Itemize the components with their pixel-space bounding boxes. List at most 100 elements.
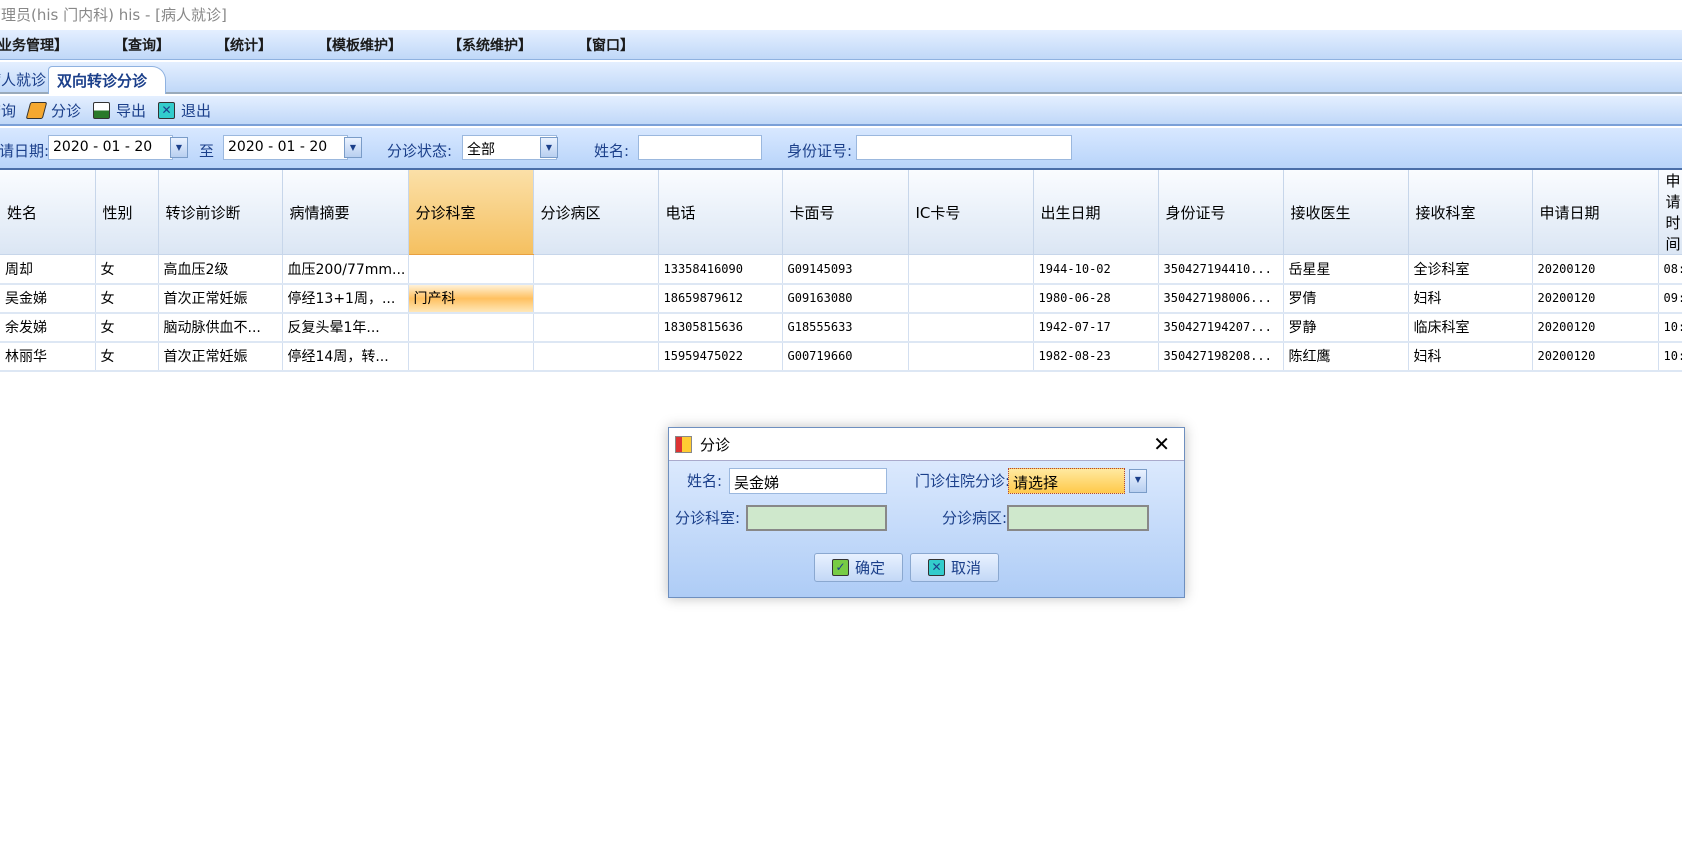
table-cell[interactable]: 陈红鹰 bbox=[1283, 341, 1409, 372]
menu-window[interactable]: 【窗口】 bbox=[578, 35, 634, 55]
table-cell[interactable]: 20200120 bbox=[1532, 312, 1659, 343]
query-button[interactable]: 查询 bbox=[0, 100, 16, 121]
table-cell[interactable]: 女 bbox=[95, 341, 159, 372]
table-cell[interactable]: 女 bbox=[95, 312, 159, 343]
table-cell[interactable]: 妇科 bbox=[1408, 341, 1533, 372]
table-cell[interactable]: 18659879612 bbox=[658, 283, 783, 314]
column-header[interactable]: 接收科室 bbox=[1408, 170, 1533, 255]
table-cell[interactable]: 10: bbox=[1658, 312, 1682, 343]
table-cell[interactable]: 岳星星 bbox=[1283, 254, 1409, 285]
table-cell[interactable] bbox=[908, 254, 1034, 285]
table-cell[interactable]: 350427194207... bbox=[1158, 312, 1284, 343]
table-cell[interactable]: 350427198006... bbox=[1158, 283, 1284, 314]
column-header[interactable]: 姓名 bbox=[0, 170, 96, 255]
table-row[interactable]: 周却女高血压2级 血压200/77mm... 13358416090 G0914509… bbox=[0, 254, 1682, 285]
table-cell[interactable]: 妇科 bbox=[1408, 283, 1533, 314]
triage-button[interactable]: 分诊 bbox=[25, 100, 81, 121]
column-header[interactable]: 电话 bbox=[658, 170, 783, 255]
table-cell[interactable] bbox=[533, 283, 659, 314]
export-button[interactable]: 导出 bbox=[93, 100, 146, 121]
table-cell[interactable] bbox=[533, 341, 659, 372]
date-to-input[interactable]: 2020 - 01 - 20 bbox=[223, 135, 348, 160]
table-cell[interactable]: 停经13+1周，... bbox=[282, 283, 409, 314]
column-header[interactable]: 身份证号 bbox=[1158, 170, 1284, 255]
exit-button[interactable]: ✕ 退出 bbox=[158, 100, 211, 121]
table-cell[interactable]: 350427198208... bbox=[1158, 341, 1284, 372]
column-header[interactable]: 病情摘要 bbox=[282, 170, 409, 255]
table-cell[interactable]: 350427194410... bbox=[1158, 254, 1284, 285]
dialog-name-input[interactable]: 吴金娣 bbox=[729, 468, 887, 494]
table-cell[interactable]: 余发娣 bbox=[0, 312, 96, 343]
column-header[interactable]: 分诊病区 bbox=[533, 170, 659, 255]
table-cell[interactable] bbox=[408, 312, 534, 343]
close-icon[interactable]: ✕ bbox=[1153, 432, 1170, 456]
table-cell[interactable]: 20200120 bbox=[1532, 254, 1659, 285]
column-header[interactable]: 转诊前诊断 bbox=[158, 170, 283, 255]
cancel-button[interactable]: ✕ 取消 bbox=[910, 553, 999, 582]
menu-query[interactable]: 【查询】 bbox=[114, 35, 170, 55]
tab-referral-triage[interactable]: 双向转诊分诊 bbox=[48, 66, 166, 94]
table-cell[interactable]: 20200120 bbox=[1532, 341, 1659, 372]
dialog-ward-input[interactable] bbox=[1007, 505, 1149, 531]
name-input[interactable] bbox=[638, 135, 762, 160]
table-cell[interactable]: 09: bbox=[1658, 283, 1682, 314]
column-header[interactable]: IC卡号 bbox=[908, 170, 1034, 255]
table-cell[interactable]: 20200120 bbox=[1532, 283, 1659, 314]
status-dropdown[interactable]: ▼ bbox=[540, 137, 558, 158]
table-cell[interactable]: 停经14周，转... bbox=[282, 341, 409, 372]
table-cell[interactable]: 罗静 bbox=[1283, 312, 1409, 343]
table-cell[interactable]: 周却 bbox=[0, 254, 96, 285]
table-cell[interactable]: G18555633 bbox=[782, 312, 909, 343]
table-cell[interactable]: G00719660 bbox=[782, 341, 909, 372]
tab-patient-visit[interactable]: 病人就诊 bbox=[0, 66, 54, 94]
table-cell[interactable]: 全诊科室 bbox=[1408, 254, 1533, 285]
table-cell[interactable]: 1982-08-23 bbox=[1033, 341, 1159, 372]
table-cell[interactable]: 女 bbox=[95, 254, 159, 285]
table-cell[interactable]: 吴金娣 bbox=[0, 283, 96, 314]
table-cell[interactable]: 脑动脉供血不... bbox=[158, 312, 283, 343]
column-header[interactable]: 出生日期 bbox=[1033, 170, 1159, 255]
date-to-dropdown[interactable]: ▼ bbox=[344, 137, 362, 158]
table-cell[interactable]: 血压200/77mm... bbox=[282, 254, 409, 285]
column-header[interactable]: 申请时间 bbox=[1658, 170, 1682, 255]
table-cell[interactable]: 10: bbox=[1658, 341, 1682, 372]
dialog-type-select[interactable]: 请选择 bbox=[1008, 468, 1125, 494]
dialog-type-dropdown[interactable]: ▼ bbox=[1129, 469, 1147, 493]
date-from-dropdown[interactable]: ▼ bbox=[170, 137, 188, 158]
table-cell[interactable]: 13358416090 bbox=[658, 254, 783, 285]
column-header[interactable]: 卡面号 bbox=[782, 170, 909, 255]
menu-template[interactable]: 【模板维护】 bbox=[318, 35, 402, 55]
menu-business[interactable]: 【业务管理】 bbox=[0, 35, 68, 55]
date-from-input[interactable]: 2020 - 01 - 20 bbox=[48, 135, 173, 160]
table-cell[interactable]: 1944-10-02 bbox=[1033, 254, 1159, 285]
table-cell[interactable]: 门产科 bbox=[408, 283, 534, 314]
table-row[interactable]: 余发娣女脑动脉供血不... 反复头晕1年... 18305815636 G185556… bbox=[0, 312, 1682, 343]
table-cell[interactable]: 首次正常妊娠 bbox=[158, 283, 283, 314]
table-cell[interactable]: 18305815636 bbox=[658, 312, 783, 343]
table-cell[interactable] bbox=[408, 341, 534, 372]
table-cell[interactable]: 08: bbox=[1658, 254, 1682, 285]
table-cell[interactable] bbox=[408, 254, 534, 285]
table-cell[interactable]: 罗倩 bbox=[1283, 283, 1409, 314]
menu-system[interactable]: 【系统维护】 bbox=[448, 35, 532, 55]
table-cell[interactable]: 15959475022 bbox=[658, 341, 783, 372]
table-cell[interactable]: 女 bbox=[95, 283, 159, 314]
column-header[interactable]: 接收医生 bbox=[1283, 170, 1409, 255]
table-cell[interactable]: G09145093 bbox=[782, 254, 909, 285]
table-row[interactable]: 林丽华女首次正常妊娠 停经14周，转... 15959475022 G00719660… bbox=[0, 341, 1682, 372]
table-cell[interactable] bbox=[908, 312, 1034, 343]
table-cell[interactable] bbox=[533, 312, 659, 343]
dialog-dept-input[interactable] bbox=[746, 505, 887, 531]
table-cell[interactable] bbox=[908, 283, 1034, 314]
table-cell[interactable]: 临床科室 bbox=[1408, 312, 1533, 343]
table-row[interactable]: 吴金娣女首次正常妊娠 停经13+1周，... 门产科 18659879612 G0916… bbox=[0, 283, 1682, 314]
table-cell[interactable] bbox=[908, 341, 1034, 372]
table-cell[interactable]: 1980-06-28 bbox=[1033, 283, 1159, 314]
column-header[interactable]: 分诊科室 bbox=[408, 170, 534, 255]
column-header[interactable]: 申请日期 bbox=[1532, 170, 1659, 255]
id-input[interactable] bbox=[856, 135, 1072, 160]
table-cell[interactable]: 高血压2级 bbox=[158, 254, 283, 285]
table-cell[interactable] bbox=[533, 254, 659, 285]
menu-stats[interactable]: 【统计】 bbox=[216, 35, 272, 55]
table-cell[interactable]: 首次正常妊娠 bbox=[158, 341, 283, 372]
